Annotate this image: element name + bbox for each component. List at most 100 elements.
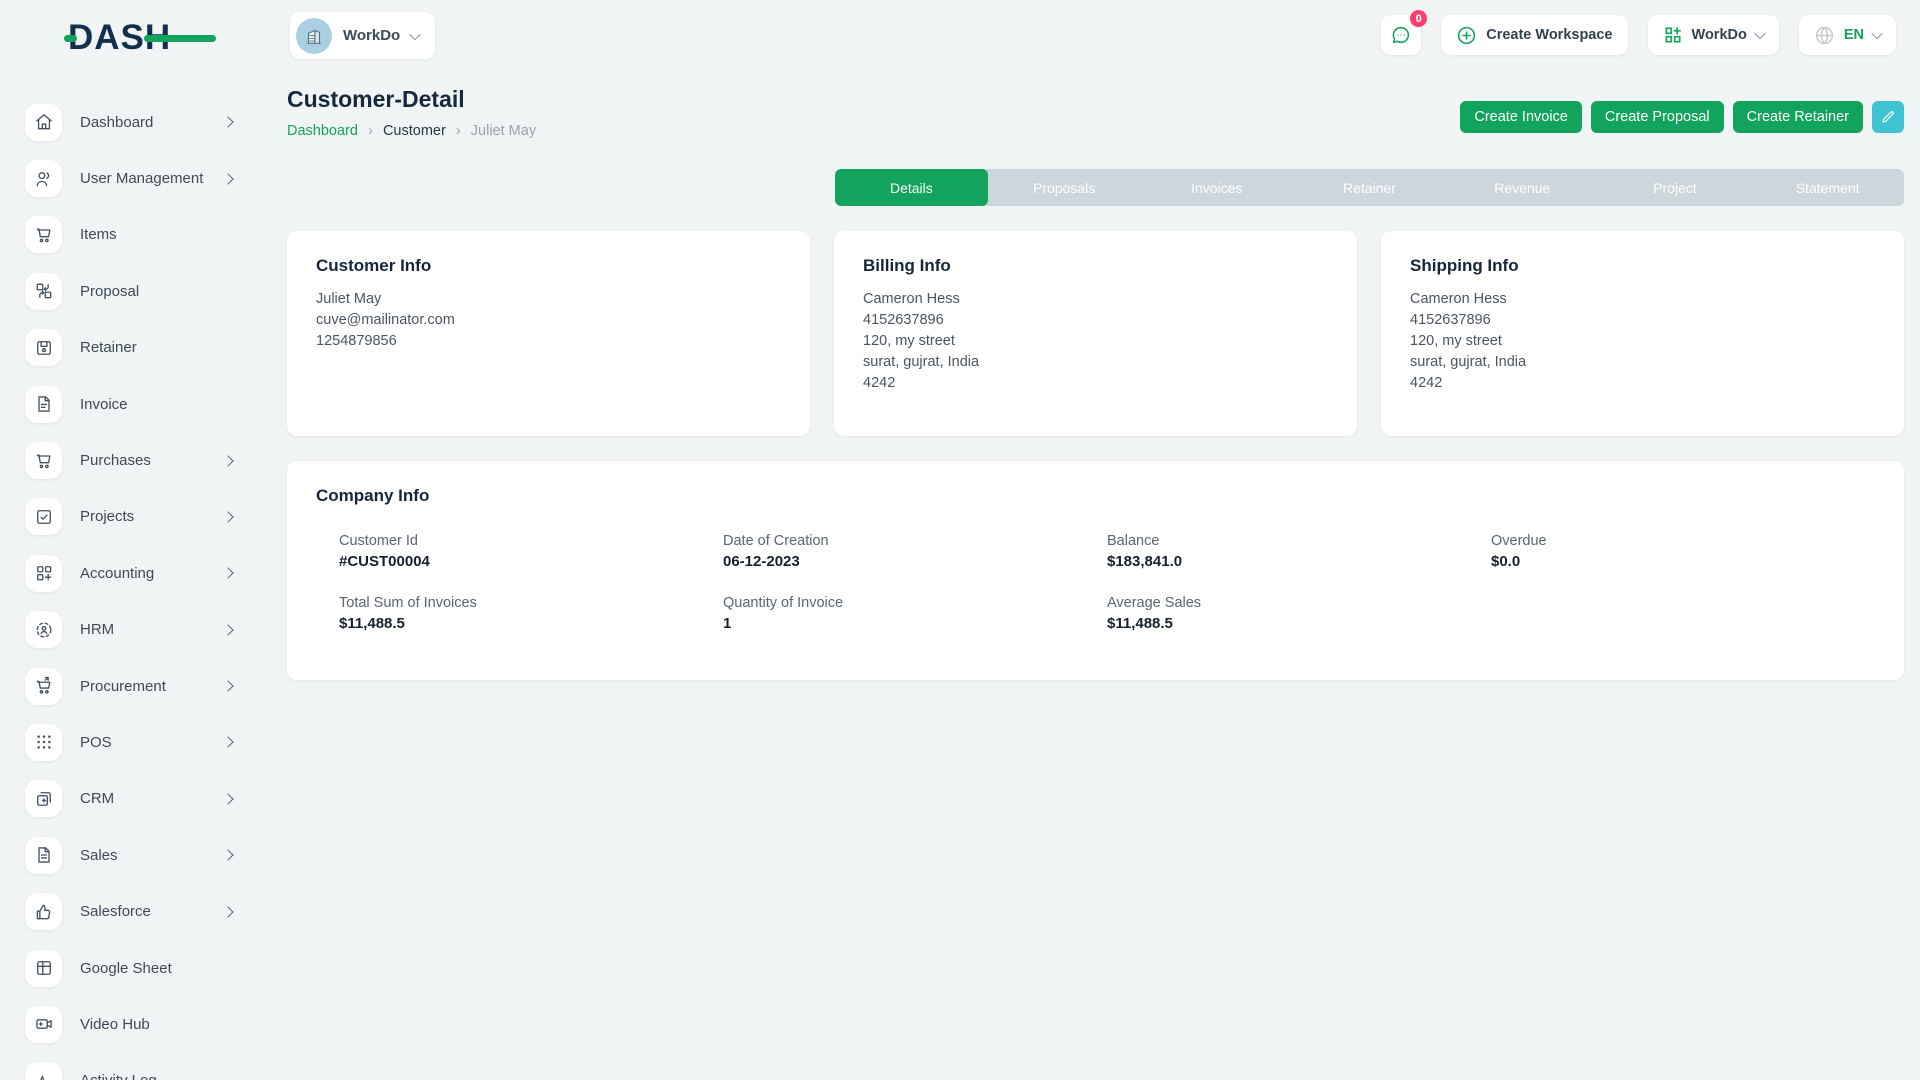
sidebar-item-accounting[interactable]: Accounting bbox=[0, 545, 260, 601]
workdo-menu-label: WorkDo bbox=[1692, 27, 1747, 43]
cart-icon bbox=[25, 216, 62, 253]
sidebar-item-proposal[interactable]: Proposal bbox=[0, 263, 260, 319]
detail-tabs: Details Proposals Invoices Retainer Reve… bbox=[835, 169, 1904, 206]
field-balance: Balance $183,841.0 bbox=[1107, 533, 1491, 570]
create-retainer-button[interactable]: Create Retainer bbox=[1733, 101, 1863, 133]
card-title: Customer Info bbox=[316, 256, 781, 276]
shipping-street: 120, my street bbox=[1410, 331, 1875, 352]
check-square-icon bbox=[25, 498, 62, 535]
shipping-info-card: Shipping Info Cameron Hess 4152637896 12… bbox=[1381, 231, 1904, 436]
billing-info-card: Billing Info Cameron Hess 4152637896 120… bbox=[834, 231, 1357, 436]
cart-arrow-icon bbox=[25, 668, 62, 705]
sidebar-item-dashboard[interactable]: Dashboard bbox=[0, 94, 260, 150]
chevron-right-icon bbox=[222, 737, 233, 748]
save-icon bbox=[25, 329, 62, 366]
tab-details[interactable]: Details bbox=[835, 169, 988, 206]
sidebar-item-retainer[interactable]: Retainer bbox=[0, 320, 260, 376]
field-customer-id: Customer Id #CUST00004 bbox=[339, 533, 723, 570]
chevron-down-icon bbox=[1871, 28, 1882, 39]
chevron-right-icon bbox=[222, 117, 233, 128]
create-proposal-button[interactable]: Create Proposal bbox=[1591, 101, 1724, 133]
globe-icon bbox=[1814, 25, 1835, 46]
language-selector[interactable]: EN bbox=[1799, 15, 1896, 55]
home-icon bbox=[25, 104, 62, 141]
create-workspace-label: Create Workspace bbox=[1486, 27, 1612, 43]
tab-revenue[interactable]: Revenue bbox=[1446, 169, 1599, 206]
customer-email: cuve@mailinator.com bbox=[316, 310, 781, 331]
table-icon bbox=[25, 950, 62, 987]
chevron-right-icon bbox=[222, 850, 233, 861]
chevron-down-icon bbox=[1754, 28, 1765, 39]
sidebar-item-purchases[interactable]: Purchases bbox=[0, 432, 260, 488]
workspace-selector[interactable]: WorkDo bbox=[290, 12, 435, 59]
shipping-phone: 4152637896 bbox=[1410, 310, 1875, 331]
create-invoice-button[interactable]: Create Invoice bbox=[1460, 101, 1582, 133]
edit-customer-button[interactable] bbox=[1872, 101, 1904, 133]
sidebar-item-google-sheet[interactable]: Google Sheet bbox=[0, 940, 260, 996]
field-quantity-of-invoice: Quantity of Invoice 1 bbox=[723, 595, 1107, 632]
sidebar-item-items[interactable]: Items bbox=[0, 207, 260, 263]
chevron-down-icon bbox=[410, 28, 421, 39]
sales-file-icon bbox=[25, 837, 62, 874]
logo-accent-dot bbox=[64, 35, 77, 42]
building-icon bbox=[303, 25, 325, 47]
grid-plus-icon bbox=[1663, 25, 1683, 45]
chevron-right-icon bbox=[222, 624, 233, 635]
breadcrumb-current: Juliet May bbox=[471, 123, 536, 139]
activity-pulse-icon bbox=[25, 1062, 62, 1080]
field-date-of-creation: Date of Creation 06-12-2023 bbox=[723, 533, 1107, 570]
breadcrumb-customer-link[interactable]: Customer bbox=[383, 123, 446, 139]
chevron-right-icon bbox=[222, 568, 233, 579]
customer-info-card: Customer Info Juliet May cuve@mailinator… bbox=[287, 231, 810, 436]
tab-proposals[interactable]: Proposals bbox=[988, 169, 1141, 206]
chat-bubble-icon bbox=[1390, 24, 1412, 46]
tab-statement[interactable]: Statement bbox=[1751, 169, 1904, 206]
field-overdue: Overdue $0.0 bbox=[1491, 533, 1875, 570]
chevron-right-icon bbox=[222, 680, 233, 691]
company-fields: Customer Id #CUST00004 Date of Creation … bbox=[339, 533, 1875, 632]
billing-name: Cameron Hess bbox=[863, 289, 1328, 310]
page-title: Customer-Detail bbox=[287, 86, 536, 113]
dash-logo[interactable]: DASH bbox=[68, 18, 218, 58]
sidebar-item-hrm[interactable]: HRM bbox=[0, 602, 260, 658]
users-icon bbox=[25, 160, 62, 197]
sidebar-item-pos[interactable]: POS bbox=[0, 714, 260, 770]
shipping-zip: 4242 bbox=[1410, 373, 1875, 394]
sidebar-item-user-management[interactable]: User Management bbox=[0, 150, 260, 206]
sidebar-item-crm[interactable]: CRM bbox=[0, 771, 260, 827]
thumbs-up-icon bbox=[25, 893, 62, 930]
top-bar: DASH WorkDo 0 bbox=[0, 0, 1920, 72]
messages-button[interactable]: 0 bbox=[1381, 15, 1421, 55]
billing-city: surat, gujrat, India bbox=[863, 352, 1328, 373]
tab-retainer[interactable]: Retainer bbox=[1293, 169, 1446, 206]
sidebar-item-activity-log[interactable]: Activity Log bbox=[0, 1053, 260, 1080]
chevron-right-icon bbox=[222, 906, 233, 917]
billing-street: 120, my street bbox=[863, 331, 1328, 352]
create-workspace-button[interactable]: Create Workspace bbox=[1441, 15, 1627, 55]
page-actions: Create Invoice Create Proposal Create Re… bbox=[1460, 101, 1904, 133]
company-info-card: Company Info Customer Id #CUST00004 Date… bbox=[287, 461, 1904, 680]
sidebar-item-sales[interactable]: Sales bbox=[0, 827, 260, 883]
field-total-sum-of-invoices: Total Sum of Invoices $11,488.5 bbox=[339, 595, 723, 632]
sidebar-item-procurement[interactable]: Procurement bbox=[0, 658, 260, 714]
workdo-menu-button[interactable]: WorkDo bbox=[1648, 15, 1779, 55]
card-title: Company Info bbox=[316, 486, 1875, 506]
shipping-city: surat, gujrat, India bbox=[1410, 352, 1875, 373]
breadcrumb: Dashboard › Customer › Juliet May bbox=[287, 122, 536, 139]
customer-phone: 1254879856 bbox=[316, 331, 781, 352]
pencil-icon bbox=[1880, 109, 1896, 125]
copy-squares-icon bbox=[25, 780, 62, 817]
billing-phone: 4152637896 bbox=[863, 310, 1328, 331]
tab-invoices[interactable]: Invoices bbox=[1140, 169, 1293, 206]
tab-project[interactable]: Project bbox=[1599, 169, 1752, 206]
workspace-avatar bbox=[296, 18, 332, 54]
language-label: EN bbox=[1844, 27, 1864, 43]
sidebar-item-projects[interactable]: Projects bbox=[0, 489, 260, 545]
logo-accent-bar bbox=[144, 35, 216, 42]
breadcrumb-dashboard-link[interactable]: Dashboard bbox=[287, 123, 358, 139]
customer-name: Juliet May bbox=[316, 289, 781, 310]
sidebar-item-video-hub[interactable]: Video Hub bbox=[0, 996, 260, 1052]
sidebar-item-invoice[interactable]: Invoice bbox=[0, 376, 260, 432]
grid-plus-icon bbox=[25, 555, 62, 592]
sidebar-item-salesforce[interactable]: Salesforce bbox=[0, 883, 260, 939]
